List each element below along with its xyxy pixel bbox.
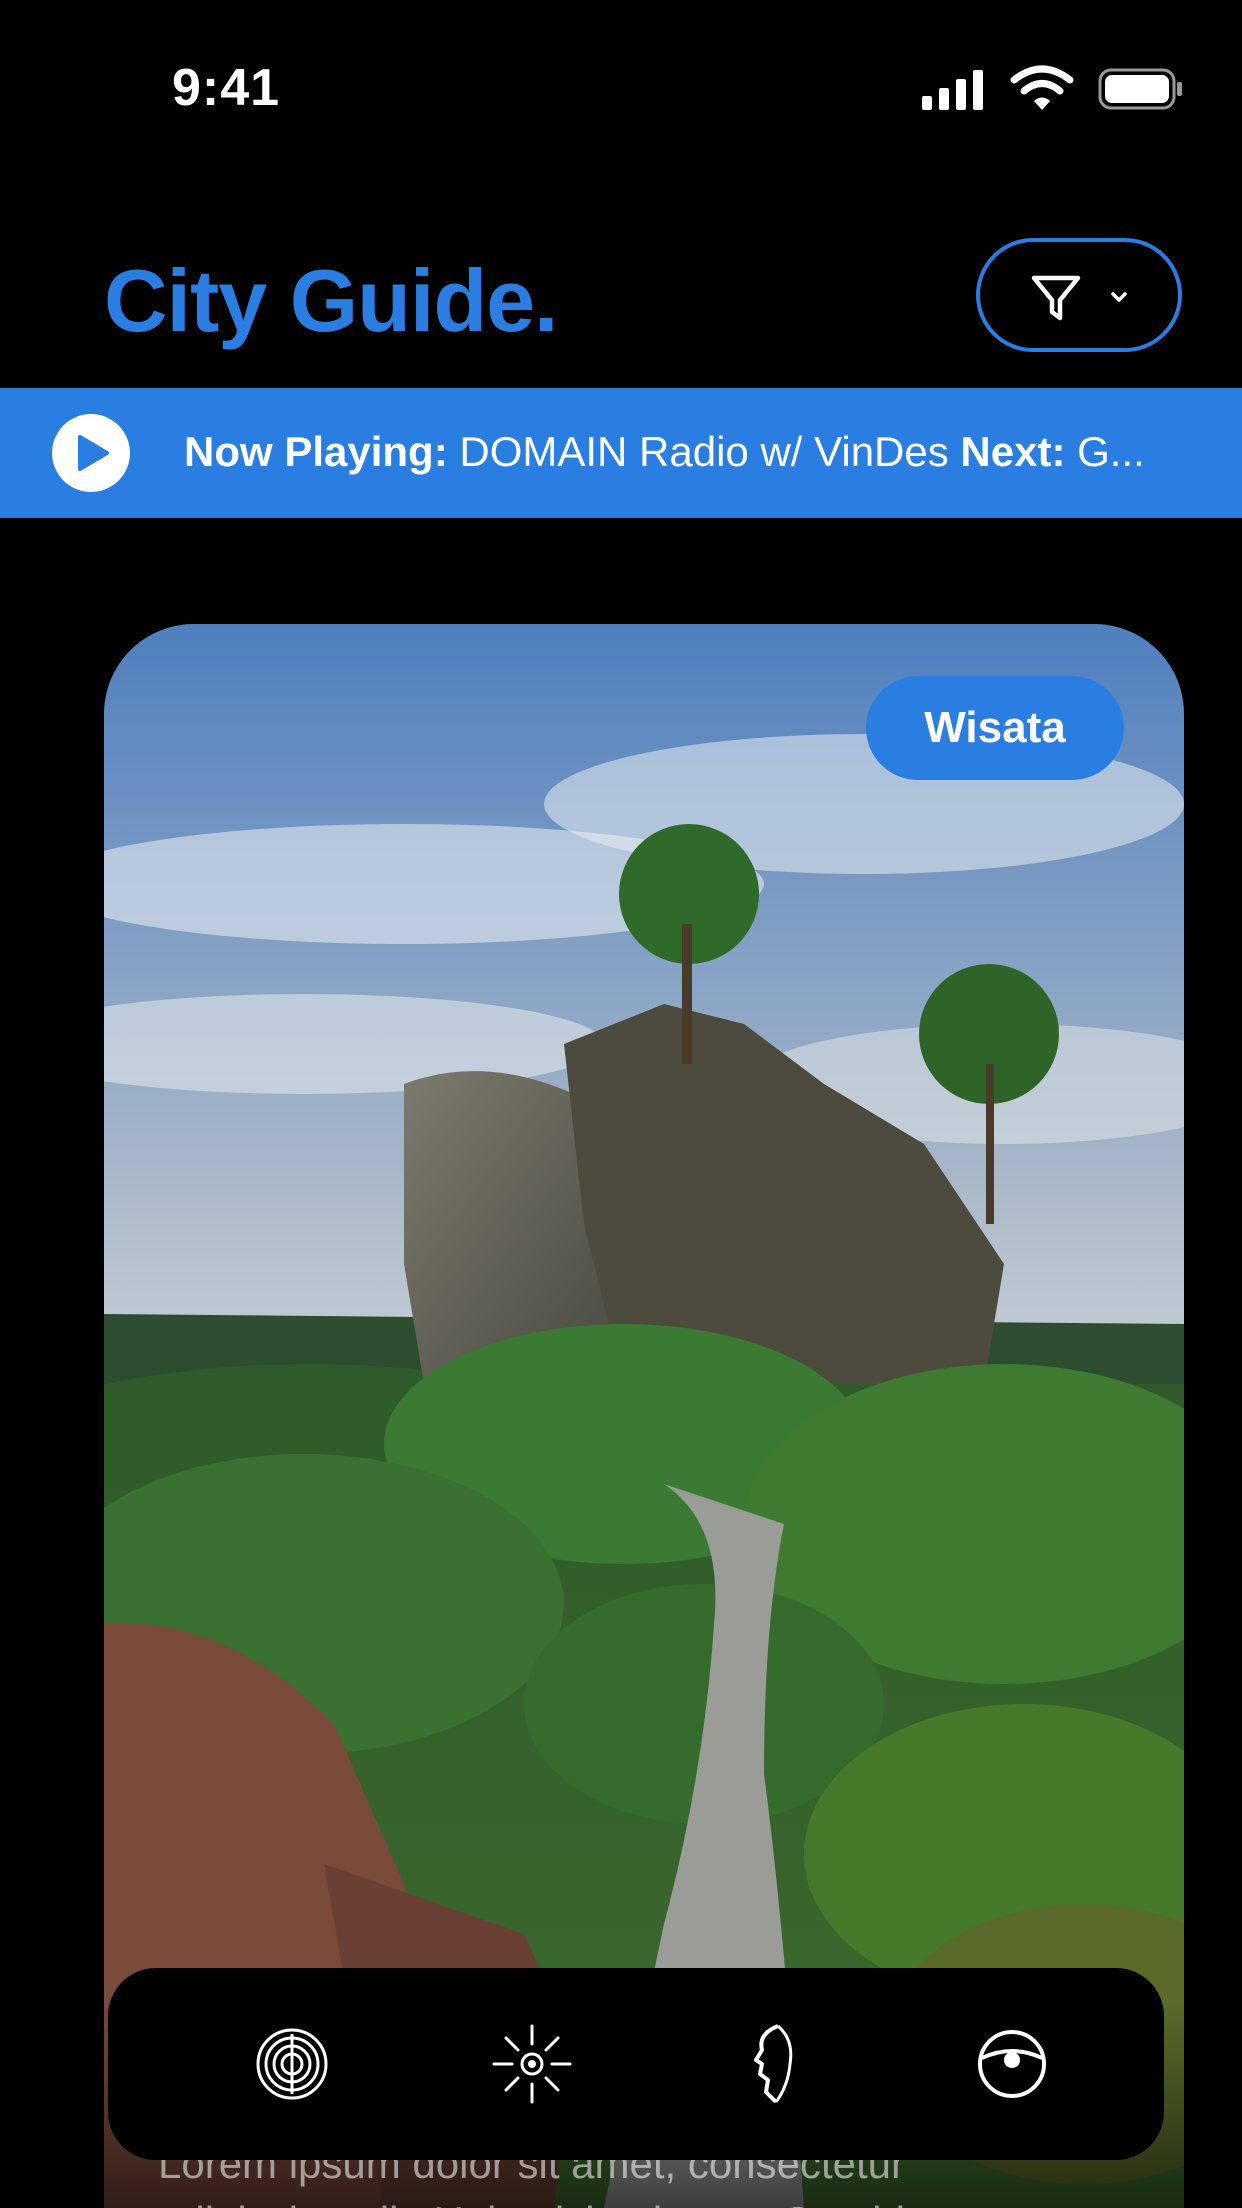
sun-icon <box>492 2024 572 2104</box>
play-button[interactable] <box>52 414 130 492</box>
battery-icon <box>1098 68 1182 110</box>
play-icon <box>78 435 109 471</box>
next-track: G... <box>1065 428 1145 475</box>
signal-icon <box>922 70 983 110</box>
card-description-line-2: adipiscing elit. Ut in nisl et lorem. Cu… <box>158 2198 954 2208</box>
toolbar-button-1[interactable] <box>248 2020 336 2108</box>
bottom-toolbar <box>108 1968 1164 2160</box>
app-header: City Guide. <box>0 220 1242 380</box>
status-time: 9:41 <box>172 59 281 117</box>
category-badge[interactable]: Wisata <box>866 676 1124 780</box>
toolbar-button-2[interactable] <box>488 2020 576 2108</box>
toolbar-button-3[interactable] <box>728 2020 816 2108</box>
now-playing-text: Now Playing: DOMAIN Radio w/ VinDes Next… <box>184 428 1145 476</box>
face-profile-icon <box>754 2024 793 2104</box>
filter-funnel-icon <box>1031 275 1081 321</box>
next-label: Next: <box>960 428 1066 475</box>
toolbar-button-4[interactable] <box>968 2020 1056 2108</box>
now-playing-current: DOMAIN Radio w/ VinDes <box>447 428 961 475</box>
wifi-icon <box>1010 65 1074 110</box>
eye-icon <box>978 2030 1046 2098</box>
concentric-circles-icon <box>256 2028 328 2100</box>
filter-button[interactable] <box>976 238 1182 352</box>
chevron-down-icon <box>1111 292 1127 302</box>
now-playing-label: Now Playing: <box>184 428 448 475</box>
now-playing-bar[interactable]: Now Playing: DOMAIN Radio w/ VinDes Next… <box>0 388 1242 518</box>
app-title: City Guide. <box>104 251 558 350</box>
status-bar: 9:41 <box>0 0 1242 180</box>
